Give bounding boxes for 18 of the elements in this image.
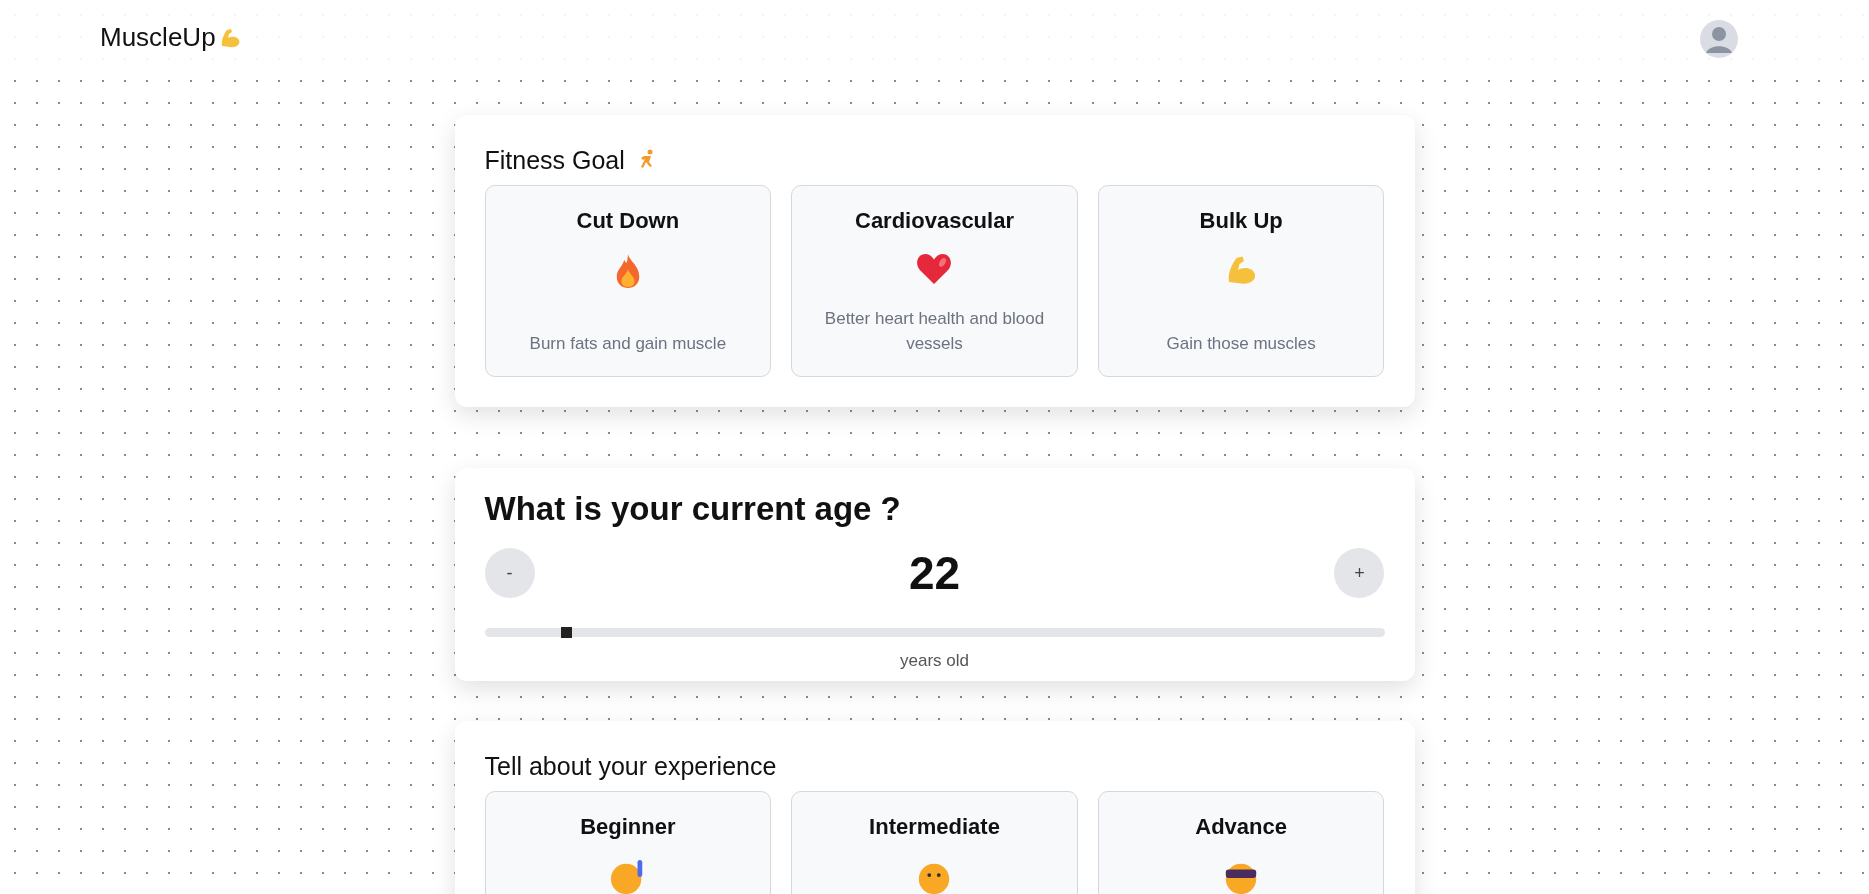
slider-thumb[interactable] bbox=[560, 627, 572, 638]
card-title: Fitness Goal bbox=[484, 145, 625, 175]
age-slider[interactable] bbox=[484, 628, 1385, 637]
experience-option[interactable]: Advance bbox=[1097, 791, 1385, 894]
logo[interactable]: MuscleUp bbox=[100, 22, 216, 53]
age-value: 22 bbox=[908, 546, 961, 600]
unit-label: years old bbox=[900, 651, 969, 671]
goal-option[interactable]: Cut Down Burn fats and gain muscle bbox=[484, 185, 772, 377]
heart-icon bbox=[915, 252, 954, 286]
increment-button[interactable]: + bbox=[1334, 548, 1385, 598]
goal-option[interactable]: Cardiovascular Better heart health and blood vessels bbox=[791, 185, 1078, 377]
card-title: Tell about your experience bbox=[484, 751, 777, 781]
decrement-button[interactable]: - bbox=[484, 548, 535, 598]
experience-option[interactable]: Intermediate bbox=[791, 791, 1078, 894]
avatar[interactable] bbox=[1699, 18, 1739, 59]
question-title: What is your current age ? bbox=[484, 490, 902, 528]
experience-option[interactable]: Beginner bbox=[484, 791, 772, 894]
goal-option[interactable]: Bulk Up Gain those muscles bbox=[1097, 185, 1385, 377]
